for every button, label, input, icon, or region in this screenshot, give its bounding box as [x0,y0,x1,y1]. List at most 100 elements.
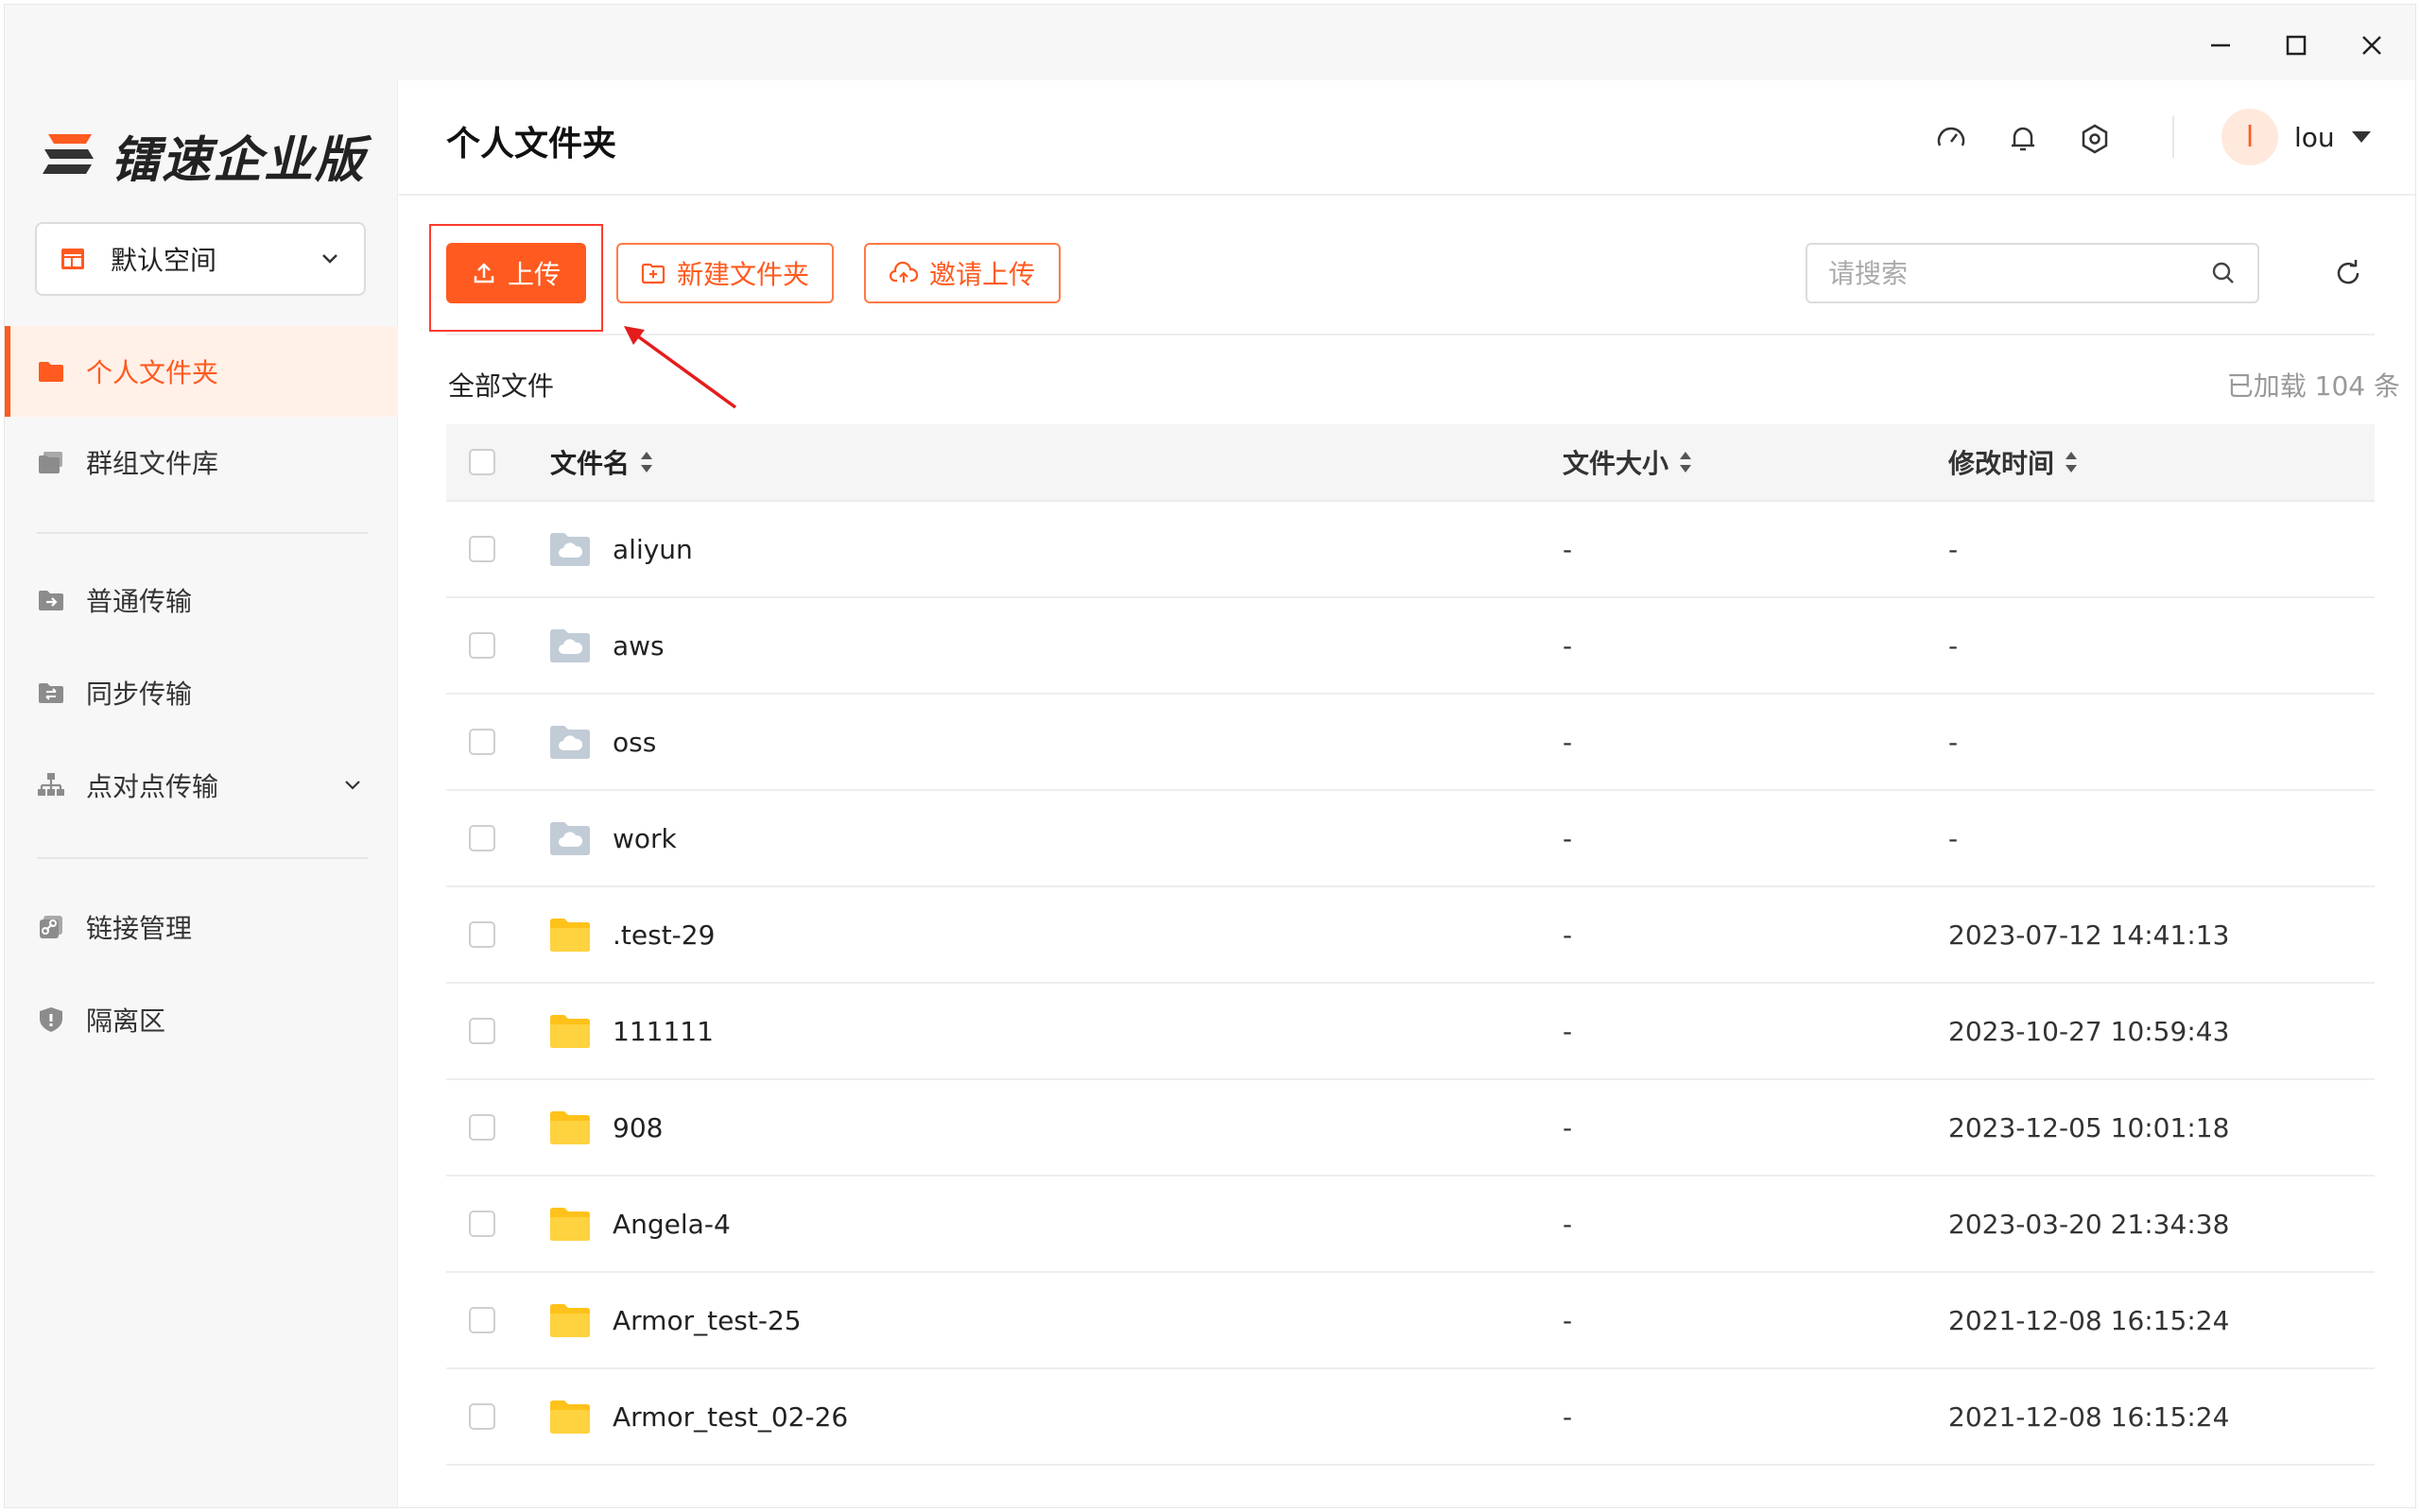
logo-mark-icon [43,134,94,174]
row-checkbox[interactable] [469,1018,495,1044]
upload-button[interactable]: 上传 [446,243,586,303]
row-checkbox[interactable] [469,1403,495,1430]
table-row[interactable]: 908 - 2023-12-05 10:01:18 [446,1080,2375,1177]
modified-cell: 2023-12-05 10:01:18 [1948,1111,2230,1143]
notifications-button[interactable] [2002,118,2044,160]
column-header-size[interactable]: 文件大小 [1563,443,1948,481]
sidebar-item-p2p-transfer[interactable]: 点对点传输 [5,740,398,831]
search-input[interactable] [1828,257,2210,289]
table-row[interactable]: aws - - [446,598,2375,695]
group-folder-icon [39,452,62,473]
file-name[interactable]: 111111 [613,1016,714,1047]
header-divider [2172,116,2174,158]
sidebar-divider [37,857,368,859]
new-folder-button-label: 新建文件夹 [676,259,809,290]
search-icon[interactable] [2210,260,2237,286]
search-box [1806,243,2259,303]
folder-icon [550,1304,590,1337]
speed-button[interactable] [1930,118,1972,160]
size-cell: - [1563,726,1573,758]
modified-cell: - [1948,726,1959,758]
size-cell: - [1563,919,1573,951]
sidebar: 镭速企业版 默认空间 个人文件夹 群组文件库 普通传输 同步传输 点对点传输 链… [5,80,398,1507]
file-name[interactable]: aliyun [613,534,693,565]
table-row[interactable]: Armor_test_02-26 - 2021-12-08 16:15:24 [446,1369,2375,1466]
cloud-folder-icon [550,822,590,855]
row-checkbox[interactable] [469,1211,495,1237]
file-table: 文件名 文件大小 修改时间 aliyun - - aws - - oss - - work - - .t… [446,424,2375,1466]
file-name[interactable]: Angela-4 [613,1209,731,1240]
shield-icon [40,1007,62,1032]
file-name[interactable]: Armor_test-25 [613,1305,802,1336]
folder-icon [550,1111,590,1144]
name-cell: Armor_test_02-26 [495,1398,1563,1435]
sidebar-item-link-management[interactable]: 链接管理 [5,882,398,972]
row-checkbox[interactable] [469,729,495,755]
maximize-button[interactable] [2270,22,2323,69]
chevron-down-icon [322,254,337,264]
minimize-button[interactable] [2194,22,2247,69]
logo-text: 镭速企业版 [111,130,367,189]
modified-cell: 2023-03-20 21:34:38 [1948,1208,2230,1240]
invite-upload-button[interactable]: 邀请上传 [864,243,1061,303]
gear-icon [2082,124,2108,154]
sidebar-item-group-library[interactable]: 群组文件库 [5,417,398,507]
select-all-checkbox[interactable] [469,449,495,475]
space-select[interactable]: 默认空间 [35,222,366,296]
sidebar-item-personal-folder[interactable]: 个人文件夹 [5,326,398,417]
modified-cell: - [1948,629,1959,662]
row-checkbox[interactable] [469,632,495,659]
upload-icon [474,263,494,284]
row-checkbox[interactable] [469,1114,495,1141]
file-name[interactable]: oss [613,727,656,758]
file-name[interactable]: 908 [613,1112,663,1143]
file-name[interactable]: .test-29 [613,919,715,951]
close-icon [2362,36,2381,55]
file-name[interactable]: aws [613,630,665,662]
column-header-name[interactable]: 文件名 [495,443,1563,481]
size-cell: - [1563,1304,1573,1336]
user-menu-toggle[interactable] [2350,128,2373,150]
name-cell: .test-29 [495,916,1563,954]
section-title: 全部文件 [448,370,555,402]
size-cell: - [1563,629,1573,662]
file-name[interactable]: Armor_test_02-26 [613,1401,848,1433]
table-row[interactable]: work - - [446,791,2375,887]
folder-icon [550,1015,590,1048]
size-cell: - [1563,822,1573,854]
sidebar-item-normal-transfer[interactable]: 普通传输 [5,555,398,645]
sidebar-item-quarantine[interactable]: 隔离区 [5,974,398,1065]
sync-icon [39,683,63,703]
settings-button[interactable] [2074,118,2116,160]
new-folder-button[interactable]: 新建文件夹 [616,243,834,303]
table-row[interactable]: aliyun - - [446,502,2375,598]
modified-cell: 2021-12-08 16:15:24 [1948,1304,2230,1336]
space-icon [61,249,84,269]
row-checkbox[interactable] [469,1307,495,1333]
minimize-icon [2211,43,2230,47]
file-name[interactable]: work [613,823,677,854]
sidebar-item-sync-transfer[interactable]: 同步传输 [5,647,398,738]
table-row[interactable]: Armor_test-25 - 2021-12-08 16:15:24 [446,1273,2375,1369]
row-checkbox[interactable] [469,536,495,562]
table-row[interactable]: 111111 - 2023-10-27 10:59:43 [446,984,2375,1080]
sort-icon [1680,452,1692,472]
modified-cell: 2023-10-27 10:59:43 [1948,1015,2230,1047]
refresh-button[interactable] [2327,252,2369,294]
row-checkbox[interactable] [469,825,495,851]
table-row[interactable]: .test-29 - 2023-07-12 14:41:13 [446,887,2375,984]
name-cell: Armor_test-25 [495,1301,1563,1339]
table-row[interactable]: Angela-4 - 2023-03-20 21:34:38 [446,1177,2375,1273]
close-button[interactable] [2345,22,2398,69]
p2p-icon [38,773,64,796]
link-icon [40,916,62,938]
avatar[interactable]: l [2221,109,2278,165]
size-cell: - [1563,1015,1573,1047]
username[interactable]: lou [2294,122,2335,153]
title-bar [5,5,2415,80]
name-cell: Angela-4 [495,1205,1563,1243]
table-row[interactable]: oss - - [446,695,2375,791]
app-logo: 镭速企业版 [41,122,367,189]
row-checkbox[interactable] [469,921,495,948]
column-header-modified[interactable]: 修改时间 [1948,443,2375,481]
